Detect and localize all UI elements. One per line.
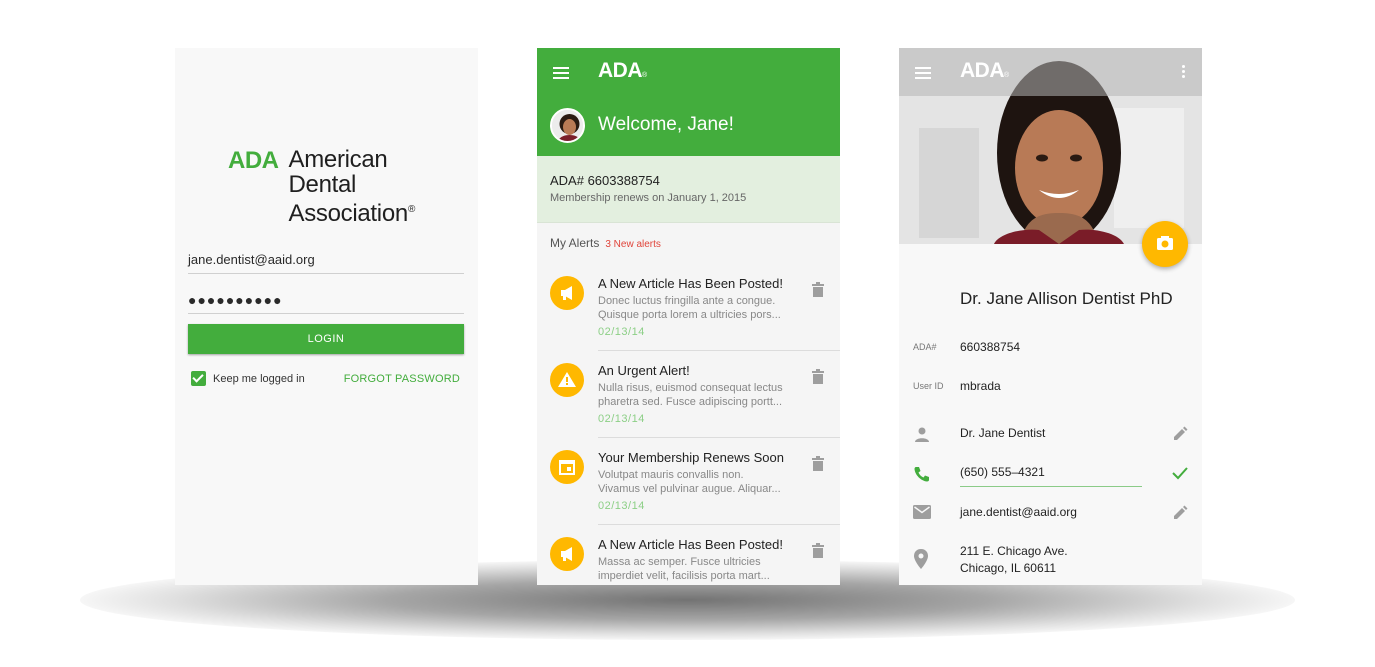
alert-title: Your Membership Renews Soon [598, 450, 784, 465]
alert-body: Massa ac semper. Fusce ultricies imperdi… [598, 555, 783, 583]
email-field[interactable]: jane.dentist@aaid.org [188, 248, 464, 274]
profile-photo: ADA® [899, 48, 1202, 244]
address-line-2: Chicago, IL 60611 [960, 561, 1057, 575]
delete-icon[interactable] [812, 282, 824, 302]
alert-item[interactable]: An Urgent Alert! Nulla risus, euismod co… [537, 351, 840, 438]
app-bar-logo: ADA® [598, 59, 647, 83]
profile-app-bar-logo: ADA® [960, 59, 1009, 83]
ada-number-value: 660388754 [960, 340, 1021, 354]
alert-body-line: pharetra sed. Fusce adipiscing portt... [598, 396, 783, 408]
alert-body-line: imperdiet velit, facilisis porta mart... [598, 570, 770, 582]
delete-icon[interactable] [812, 369, 824, 389]
delete-icon[interactable] [812, 543, 824, 563]
alert-body-line: Quisque porta lorem a ultricies pors... [598, 309, 781, 321]
alert-body-line: Volutpat mauris convallis non. [598, 469, 744, 481]
menu-icon[interactable] [553, 67, 569, 79]
welcome-banner: Welcome, Jane! [537, 96, 840, 156]
ada-logo: ADA American Dental Association® [228, 147, 415, 226]
user-id-value: mbrada [960, 379, 1001, 393]
logo-line-association: Association® [289, 197, 416, 226]
logo-line-american: American [288, 146, 388, 173]
registered-mark: ® [407, 204, 416, 215]
delete-icon[interactable] [812, 456, 824, 476]
address-field[interactable]: 211 E. Chicago Ave. Chicago, IL 60611 [960, 543, 1068, 577]
more-options-icon[interactable] [1182, 65, 1185, 80]
membership-renewal: Membership renews on January 1, 2015 [550, 192, 747, 204]
phone-field[interactable]: (650) 555–4321 [960, 464, 1045, 481]
logo-ada-letters: ADA [228, 147, 279, 174]
alerts-count-badge: 3 New alerts [605, 239, 661, 250]
profile-app-bar-title: ADA [960, 59, 1005, 82]
app-bar-title: ADA [598, 59, 643, 82]
alert-date: 02/13/14 [598, 413, 645, 425]
app-bar-reg-mark: ® [642, 72, 647, 79]
logo-line-association-text: Association [288, 200, 409, 227]
logo-name: American Dental Association® [289, 147, 416, 226]
welcome-text: Welcome, Jane! [598, 114, 734, 135]
alert-body: Donec luctus fringilla ante a congue. Qu… [598, 294, 783, 322]
email-icon [913, 505, 931, 524]
member-number: ADA# 6603388754 [550, 173, 660, 188]
checkmark-icon[interactable] [1172, 466, 1188, 485]
alert-item[interactable]: A New Article Has Been Posted! Massa ac … [537, 525, 840, 585]
alert-body: Nulla risus, euismod consequat lectus ph… [598, 381, 783, 409]
keep-logged-in-checkbox[interactable] [191, 371, 206, 386]
alert-title: An Urgent Alert! [598, 363, 690, 378]
password-field[interactable]: ●●●●●●●●●● [188, 288, 464, 314]
keep-logged-in-row[interactable]: Keep me logged in [191, 371, 305, 386]
avatar[interactable] [550, 108, 585, 143]
menu-icon[interactable] [915, 67, 931, 79]
alert-body: Volutpat mauris convallis non. Vivamus v… [598, 468, 783, 496]
profile-screen: ADA® Dr. Jane Allison Dentist PhD ADA# 6… [899, 48, 1202, 585]
camera-button[interactable] [1142, 221, 1188, 267]
ada-number-label: ADA# [913, 342, 937, 352]
display-name-field[interactable]: Dr. Jane Dentist [960, 425, 1045, 442]
login-screen: ADA American Dental Association® jane.de… [175, 48, 478, 585]
alerts-screen: ADA® Welcome, Jane! ADA# 6603388754 Memb… [537, 48, 840, 585]
warning-icon [550, 363, 584, 397]
camera-icon [1157, 236, 1173, 250]
megaphone-icon [550, 537, 584, 571]
calendar-icon [550, 450, 584, 484]
alert-item[interactable]: Your Membership Renews Soon Volutpat mau… [537, 438, 840, 525]
edit-icon[interactable] [1172, 426, 1188, 447]
profile-app-bar-reg-mark: ® [1004, 72, 1009, 79]
alert-body-line: Nulla risus, euismod consequat lectus [598, 382, 783, 394]
email-field[interactable]: jane.dentist@aaid.org [960, 504, 1077, 521]
phone-field-underline [960, 486, 1142, 487]
person-icon [913, 426, 931, 449]
user-id-label: User ID [913, 381, 944, 391]
edit-icon[interactable] [1172, 505, 1188, 526]
membership-card: ADA# 6603388754 Membership renews on Jan… [537, 156, 840, 223]
logo-line-dental: Dental [288, 171, 357, 198]
alerts-heading: My Alerts 3 New alerts [550, 236, 661, 250]
alert-body-line: Massa ac semper. Fusce ultricies [598, 556, 761, 568]
profile-name: Dr. Jane Allison Dentist PhD [960, 289, 1173, 308]
alert-body-line: Vivamus vel pulvinar augue. Aliquar... [598, 483, 781, 495]
phone-icon [913, 465, 931, 488]
app-bar: ADA® [537, 48, 840, 96]
address-line-1: 211 E. Chicago Ave. [960, 544, 1068, 558]
alert-title: A New Article Has Been Posted! [598, 276, 783, 291]
megaphone-icon [550, 276, 584, 310]
forgot-password-link[interactable]: FORGOT PASSWORD [344, 373, 460, 385]
profile-app-bar [899, 48, 1202, 96]
alert-body-line: Donec luctus fringilla ante a congue. [598, 295, 776, 307]
alerts-heading-label: My Alerts [550, 236, 600, 250]
app-showcase: ADA American Dental Association® jane.de… [0, 0, 1375, 667]
alert-title: A New Article Has Been Posted! [598, 537, 783, 552]
location-pin-icon [913, 549, 929, 574]
alert-date: 02/13/14 [598, 500, 645, 512]
keep-logged-in-label: Keep me logged in [213, 372, 305, 385]
alert-item[interactable]: A New Article Has Been Posted! Donec luc… [537, 264, 840, 351]
login-button[interactable]: LOGIN [188, 324, 464, 354]
alert-date: 02/13/14 [598, 326, 645, 338]
